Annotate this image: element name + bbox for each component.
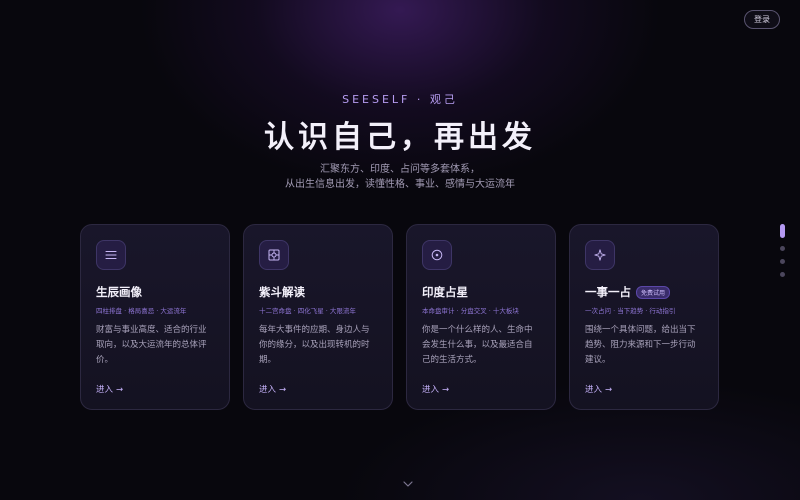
card-title: 紫斗解读 xyxy=(259,285,305,299)
page-dot-3[interactable] xyxy=(780,259,785,264)
sparkle-icon xyxy=(585,240,615,270)
target-icon xyxy=(422,240,452,270)
enter-link[interactable]: 进入 → xyxy=(585,383,612,395)
page-dot-1[interactable] xyxy=(780,224,785,238)
card-single-question[interactable]: 一事一占 免费试用 一次占问 · 当下趋势 · 行动指引 围绕一个具体问题，给出… xyxy=(569,224,719,410)
login-button[interactable]: 登录 xyxy=(744,10,780,29)
card-tags: 一次占问 · 当下趋势 · 行动指引 xyxy=(585,307,676,315)
card-tags: 本命盘审计 · 分盘交叉 · 十大板块 xyxy=(422,307,519,315)
free-trial-badge: 免费试用 xyxy=(636,285,671,299)
card-description: 财富与事业高度、适合的行业取向，以及大运流年的总体评价。 xyxy=(96,325,207,365)
card-description: 你是一个什么样的人、生命中会发生什么事，以及最适合自己的生活方式。 xyxy=(422,325,533,365)
card-title: 印度占星 xyxy=(422,285,468,299)
arrow-right-icon: → xyxy=(605,385,613,395)
subtitle-line-2: 从出生信息出发，读懂性格、事业、感情与大运流年 xyxy=(285,179,515,190)
card-ziwei-reading[interactable]: 紫斗解读 十二宫命盘 · 四化飞星 · 大限流年 每年大事件的应期、身边人与你的… xyxy=(243,224,393,410)
list-icon xyxy=(96,240,126,270)
grid-star-icon xyxy=(259,240,289,270)
page-indicator xyxy=(780,224,785,285)
enter-link[interactable]: 进入 → xyxy=(422,383,449,395)
card-birth-portrait[interactable]: 生辰画像 四柱排盘 · 格局喜忌 · 大运流年 财富与事业高度、适合的行业取向，… xyxy=(80,224,230,410)
enter-link[interactable]: 进入 → xyxy=(96,383,123,395)
page-title: 认识自己，再出发 xyxy=(264,120,536,155)
brand-eyebrow: SEESELF · 观己 xyxy=(342,93,458,106)
card-title: 一事一占 免费试用 xyxy=(585,284,703,300)
card-vedic-astrology[interactable]: 印度占星 本命盘审计 · 分盘交叉 · 十大板块 你是一个什么样的人、生命中会发… xyxy=(406,224,556,410)
arrow-right-icon: → xyxy=(116,385,124,395)
chevron-down-icon[interactable] xyxy=(402,474,414,487)
card-description: 围绕一个具体问题，给出当下趋势、阻力来源和下一步行动建议。 xyxy=(585,325,696,365)
page-dot-2[interactable] xyxy=(780,246,785,251)
subtitle-line-1: 汇聚东方、印度、占问等多套体系， xyxy=(320,164,480,175)
card-title: 生辰画像 xyxy=(96,285,142,299)
card-tags: 十二宫命盘 · 四化飞星 · 大限流年 xyxy=(259,307,356,315)
card-tags: 四柱排盘 · 格局喜忌 · 大运流年 xyxy=(96,307,187,315)
arrow-right-icon: → xyxy=(279,385,287,395)
arrow-right-icon: → xyxy=(442,385,450,395)
card-description: 每年大事件的应期、身边人与你的缘分，以及出现转机的时期。 xyxy=(259,325,370,365)
page-dot-4[interactable] xyxy=(780,272,785,277)
enter-link[interactable]: 进入 → xyxy=(259,383,286,395)
